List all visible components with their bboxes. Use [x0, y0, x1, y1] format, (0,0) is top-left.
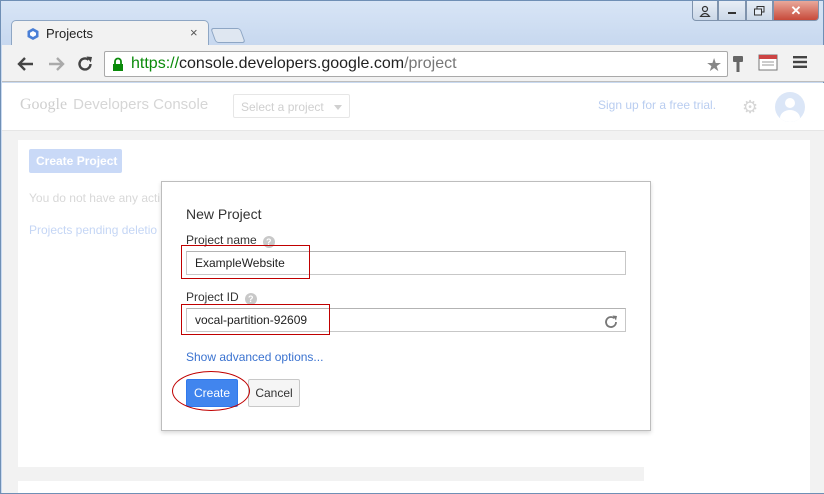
calendar-extension-icon[interactable] [758, 53, 778, 71]
url-path: /project [404, 55, 457, 72]
project-select-dropdown[interactable]: Select a project [233, 94, 350, 118]
hexagon-favicon-icon [27, 28, 39, 40]
lock-icon [113, 57, 123, 71]
page-margin-left [2, 131, 18, 493]
minimize-icon [728, 11, 736, 14]
annotation-highlight-id [181, 304, 330, 335]
create-project-button[interactable]: Create Project [29, 149, 122, 173]
refresh-icon[interactable] [602, 313, 620, 331]
tab-close-icon[interactable]: × [190, 25, 198, 40]
tab-title: Projects [46, 26, 93, 41]
project-select-label: Select a project [241, 100, 324, 114]
menu-hamburger-icon[interactable] [793, 55, 807, 69]
back-arrow-icon [17, 57, 33, 71]
restore-icon [754, 5, 765, 15]
address-bar[interactable]: https://console.developers.google.com/pr… [104, 51, 728, 77]
cancel-button[interactable]: Cancel [248, 379, 300, 407]
signup-link[interactable]: Sign up for a free trial. [598, 98, 716, 112]
bookmark-star-icon[interactable]: ★ [706, 55, 722, 76]
project-id-label-text: Project ID [186, 290, 239, 304]
reload-button[interactable] [74, 53, 96, 75]
restore-button[interactable] [746, 1, 773, 21]
user-profile-button[interactable] [692, 1, 718, 21]
gear-icon[interactable]: ⚙ [742, 97, 758, 118]
caret-down-icon [334, 105, 342, 110]
avatar-body [780, 110, 800, 122]
back-button[interactable] [15, 53, 37, 75]
avatar-head [785, 98, 795, 108]
pending-deletion-link[interactable]: Projects pending deletio [29, 223, 157, 237]
avatar[interactable] [775, 92, 805, 122]
forward-button[interactable] [45, 53, 67, 75]
console-header: Google Developers Console Select a projec… [2, 83, 824, 131]
url-text: https://console.developers.google.com/pr… [131, 55, 457, 73]
user-icon [699, 5, 711, 17]
key-extension-icon[interactable] [732, 55, 744, 73]
logo-google: Google [20, 96, 68, 113]
titlebar: Projects × ✕ [1, 1, 823, 46]
new-tab-button[interactable] [210, 28, 246, 43]
console-logo[interactable]: Google Developers Console [20, 96, 208, 114]
no-projects-text: You do not have any acti [29, 191, 160, 205]
show-advanced-options-link[interactable]: Show advanced options... [186, 350, 323, 364]
forward-arrow-icon [49, 57, 65, 71]
close-window-button[interactable]: ✕ [773, 1, 819, 21]
logo-product: Developers Console [73, 96, 209, 113]
url-host: console.developers.google.com [179, 55, 405, 72]
annotation-highlight-create [172, 371, 250, 411]
url-scheme: https:// [131, 55, 180, 72]
window-controls: ✕ [692, 1, 819, 21]
browser-tab[interactable]: Projects × [11, 20, 209, 46]
reload-icon [78, 56, 92, 71]
page-margin-bottom [18, 467, 644, 481]
browser-toolbar: https://console.developers.google.com/pr… [2, 45, 824, 82]
minimize-button[interactable] [718, 1, 746, 21]
annotation-highlight-name [181, 245, 310, 279]
page-margin-right [810, 131, 824, 493]
project-id-label: Project ID? [186, 290, 257, 305]
dialog-title: New Project [186, 206, 262, 222]
page-margin-top [18, 131, 810, 140]
